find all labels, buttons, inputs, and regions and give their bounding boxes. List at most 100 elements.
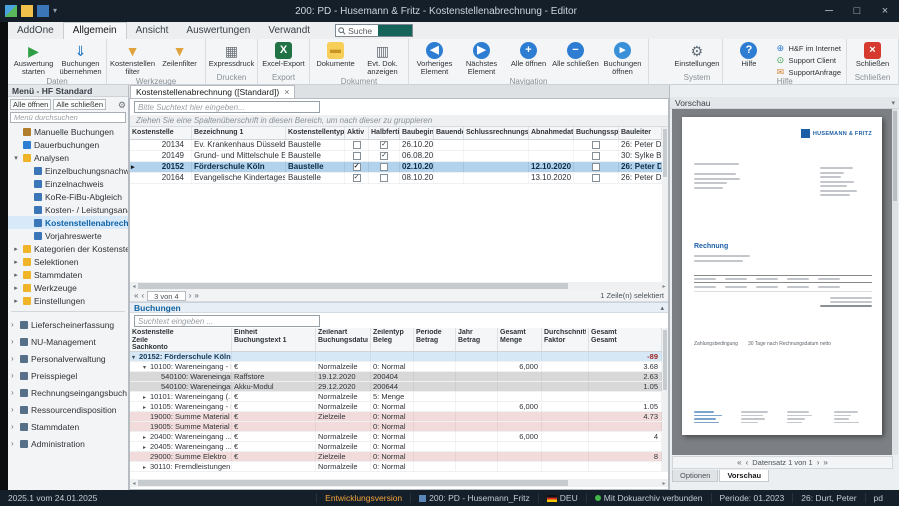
previous-record-button[interactable]: ‹	[746, 458, 749, 467]
checkbox[interactable]: ✓	[380, 141, 388, 149]
column-header-kostenstellentyp[interactable]: Kostenstellentyp	[286, 127, 345, 139]
first-record-button[interactable]: «	[134, 291, 138, 300]
preview-header[interactable]: Vorschau ▾	[670, 97, 899, 109]
booking-column-header[interactable]: JahrBetrag	[456, 328, 498, 351]
scroll-left-icon[interactable]: ◂	[130, 283, 138, 290]
column-header-halbfertig[interactable]: Halbfertig	[369, 127, 400, 139]
tab-auswertungen[interactable]: Auswertungen	[177, 23, 259, 39]
sidebar-item-werkzeuge[interactable]: ▸Werkzeuge	[8, 281, 128, 294]
row-expander-icon[interactable]: ▸	[131, 163, 135, 172]
open-icon[interactable]	[21, 5, 33, 17]
next-record-button[interactable]: ›	[189, 291, 192, 300]
booking-row[interactable]: 19005: Summe Material (...€0: Normal	[130, 422, 662, 432]
expander-icon[interactable]: ▾	[143, 364, 150, 371]
booking-row[interactable]: ▸20405: Wareneingang ...€Normalzeile0: N…	[130, 442, 662, 452]
column-header-abnahmedatum[interactable]: Abnahmedatum	[529, 127, 574, 139]
expander-icon[interactable]: ▸	[12, 297, 20, 305]
buchungen-öffnen-button[interactable]: ▸Buchungen öffnen	[599, 40, 646, 77]
ribbon-search-input[interactable]: Suche	[335, 24, 413, 37]
table-row[interactable]: 20134Ev. Krankenhaus Düsseldorf Gm...Bau…	[130, 140, 662, 151]
schließen-button[interactable]: ×Schließen	[849, 40, 896, 68]
table-row[interactable]: 20149Grund- und Mittelschule EiserfeldBa…	[130, 151, 662, 162]
scrollbar-thumb[interactable]	[663, 129, 667, 177]
checkbox[interactable]	[353, 152, 361, 160]
column-header-buchungssperre[interactable]: Buchungssperre	[574, 127, 619, 139]
checkbox[interactable]	[592, 141, 600, 149]
sidebar-module-stammdaten[interactable]: ›Stammdaten	[8, 418, 128, 435]
sidebar-search-input[interactable]: Menü durchsuchen	[10, 112, 126, 123]
horizontal-scrollbar[interactable]: ◂ ▸	[130, 282, 668, 290]
tab-ansicht[interactable]: Ansicht	[127, 23, 178, 39]
checkbox[interactable]	[592, 163, 600, 171]
h&f-im-internet-button[interactable]: ⊕H&F im Internet	[775, 43, 841, 53]
close-tab-icon[interactable]: ×	[284, 87, 289, 97]
excel-export-button[interactable]: XExcel-Export	[260, 40, 307, 68]
booking-column-header[interactable]: ZeilenartBuchungsdatum	[316, 328, 371, 351]
scrollbar-thumb[interactable]	[138, 480, 568, 486]
sidebar-item-dauerbuchungen[interactable]: Dauerbuchungen	[8, 138, 128, 151]
bookings-panel-header[interactable]: Buchungen ▴	[130, 302, 668, 313]
column-header-bezeichnung-1[interactable]: Bezeichnung 1	[192, 127, 286, 139]
booking-column-header[interactable]: EinheitBuchungstext 1	[232, 328, 316, 351]
save-icon[interactable]	[37, 5, 49, 17]
checkbox[interactable]	[353, 141, 361, 149]
hilfe-button[interactable]: ?Hilfe	[725, 40, 772, 68]
column-header-bauende[interactable]: Bauende	[434, 127, 464, 139]
booking-row[interactable]: 19000: Summe Material€Zielzeile0: Normal…	[130, 412, 662, 422]
sidebar-module-rechnungseingangsbuch[interactable]: ›Rechnungseingangsbuch	[8, 384, 128, 401]
expander-icon[interactable]: ▸	[12, 245, 20, 253]
expressdruck-button[interactable]: ▦Expressdruck	[208, 40, 255, 68]
tab-allgemein[interactable]: Allgemein	[63, 22, 127, 39]
collapse-all-button[interactable]: Alle schließen	[53, 99, 106, 110]
tab-addone[interactable]: AddOne	[8, 23, 63, 39]
table-row[interactable]: 20164Evangelische KindertagesstätteBaust…	[130, 173, 662, 184]
document-tab[interactable]: Kostenstellenabrechnung ([Standard]) ×	[130, 85, 295, 98]
group-by-bar[interactable]: Ziehen Sie eine Spaltenüberschrift in di…	[130, 115, 668, 127]
preview-viewport[interactable]: HUSEMANN & FRITZ Rechnung Zahlungsbeding…	[672, 109, 892, 455]
booking-row[interactable]: ▸10105: Wareneingang - R...€Normalzeile0…	[130, 402, 662, 412]
checkbox[interactable]	[380, 163, 388, 171]
booking-row[interactable]: ▸10101: Wareneingang (...€Normalzeile5: …	[130, 392, 662, 402]
kostenstellenfilter-button[interactable]: ▼Kostenstellenfilter	[109, 40, 156, 77]
sidebar-module-personalverwaltung[interactable]: ›Personalverwaltung	[8, 350, 128, 367]
tab-verwandt[interactable]: Verwandt	[259, 23, 319, 39]
booking-column-header[interactable]: PeriodeBetrag	[414, 328, 456, 351]
expand-all-button[interactable]: Alle öffnen	[10, 99, 51, 110]
expander-icon[interactable]: ▸	[143, 444, 150, 451]
alle-öffnen-button[interactable]: +Alle öffnen	[505, 40, 552, 68]
sidebar-item-einzelnachweis[interactable]: Einzelnachweis	[8, 177, 128, 190]
sidebar-item-einzelbuchungsnachweis[interactable]: Einzelbuchungsnachweis	[8, 164, 128, 177]
expander-icon[interactable]: ▸	[143, 434, 150, 441]
checkbox[interactable]: ✓	[353, 163, 361, 171]
expander-icon[interactable]: ▸	[12, 271, 20, 279]
minimize-button[interactable]: ─	[815, 0, 843, 22]
preview-tab-optionen[interactable]: Optionen	[672, 470, 718, 482]
expander-icon[interactable]: ▸	[143, 404, 150, 411]
scroll-right-icon[interactable]: ▸	[660, 480, 668, 487]
sidebar-item-vorjahreswerte[interactable]: Vorjahreswerte	[8, 229, 128, 242]
chevron-down-icon[interactable]: ▾	[891, 99, 895, 107]
column-header-baubeginn[interactable]: Baubeginn	[400, 127, 434, 139]
sidebar-item-stammdaten[interactable]: ▸Stammdaten	[8, 268, 128, 281]
checkbox[interactable]	[380, 174, 388, 182]
checkbox[interactable]: ✓	[380, 152, 388, 160]
sidebar-module-nu-management[interactable]: ›NU-Management	[8, 333, 128, 350]
expander-icon[interactable]: ▸	[143, 394, 150, 401]
booking-column-header[interactable]: GesamtMenge	[498, 328, 542, 351]
booking-column-header[interactable]: GesamtGesamt	[589, 328, 662, 351]
bookings-search-input[interactable]: Suchtext eingeben ...	[134, 315, 320, 327]
previous-record-button[interactable]: ‹	[141, 291, 144, 300]
preview-tab-vorschau[interactable]: Vorschau	[719, 470, 769, 482]
booking-column-header[interactable]: KostenstelleZeileSachkonto	[130, 328, 232, 351]
last-record-button[interactable]: »	[823, 458, 827, 467]
expander-icon[interactable]: ▾	[12, 154, 20, 162]
sidebar-module-ressourcendisposition[interactable]: ›Ressourcendisposition	[8, 401, 128, 418]
sidebar-module-lieferscheinerfassung[interactable]: ›Lieferscheinerfassung	[8, 316, 128, 333]
booking-row[interactable]: ▾10100: Wareneingang - R...€Normalzeile0…	[130, 362, 662, 372]
supportanfrage-button[interactable]: ✉SupportAnfrage	[775, 67, 841, 77]
zeilenfilter-button[interactable]: ▼Zeilenfilter	[156, 40, 203, 68]
expander-icon[interactable]: ▸	[12, 284, 20, 292]
last-record-button[interactable]: »	[194, 291, 198, 300]
horizontal-scrollbar[interactable]: ◂ ▸	[130, 479, 668, 487]
evt-dok-anzeigen-button[interactable]: ▥Evt. Dok. anzeigen	[359, 40, 406, 77]
